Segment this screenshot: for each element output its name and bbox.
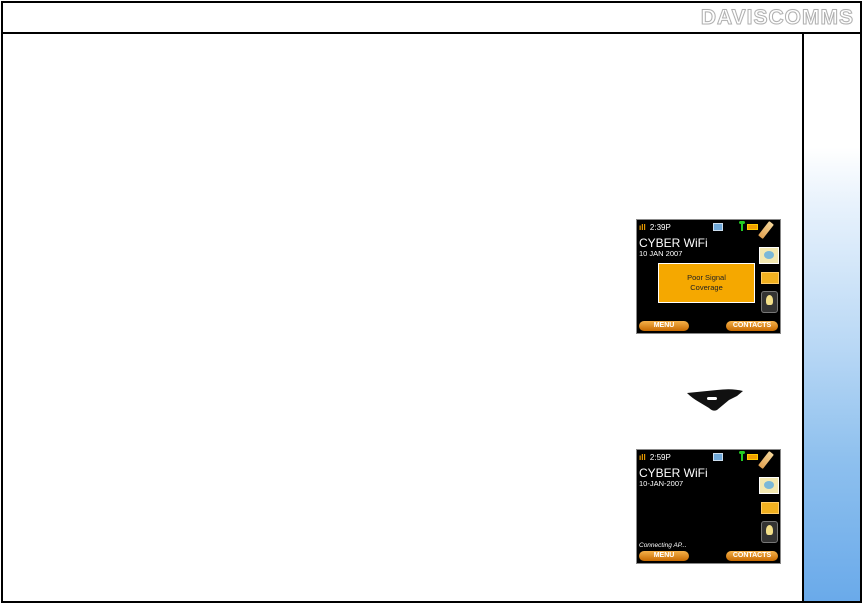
clock-time: 2:39P	[649, 223, 671, 232]
lightbulb-app-icon[interactable]	[761, 521, 778, 543]
pencil-icon[interactable]	[758, 451, 774, 469]
photo-app-icon[interactable]	[759, 477, 779, 494]
antenna-icon	[739, 221, 745, 231]
daviscomms-logo: DAVISCOMMS	[700, 6, 854, 30]
envelope-icon	[713, 223, 723, 231]
slide-frame: DAVISCOMMS ıll 2:39P CYBER WiFi 10 JAN 2…	[1, 1, 862, 603]
contacts-softkey[interactable]: CONTACTS	[726, 551, 778, 561]
antenna-icon	[739, 451, 745, 461]
date-label: 10-JAN-2007	[639, 479, 684, 488]
pencil-icon[interactable]	[758, 221, 774, 239]
signal-icon: ıll	[639, 223, 646, 232]
phone-screen-connecting: ıll 2:59P CYBER WiFi 10-JAN-2007 Connect…	[636, 449, 781, 564]
phone-screen-poor-signal: ıll 2:39P CYBER WiFi 10 JAN 2007 Poor Si…	[636, 219, 781, 334]
header-bar: DAVISCOMMS	[3, 3, 860, 34]
message-app-icon[interactable]	[761, 502, 779, 514]
status-bar: ıll 2:39P	[639, 223, 671, 232]
popup-line-2: Coverage	[690, 283, 723, 292]
popup-line-1: Poor Signal	[687, 273, 726, 282]
softkey-icon	[687, 389, 743, 411]
photo-app-icon[interactable]	[759, 247, 779, 264]
menu-softkey[interactable]: MENU	[639, 321, 689, 331]
poor-signal-popup: Poor Signal Coverage	[658, 263, 755, 303]
sidebar-gradient	[802, 34, 860, 601]
network-title: CYBER WiFi	[639, 236, 708, 250]
clock-time: 2:59P	[649, 453, 671, 462]
date-label: 10 JAN 2007	[639, 249, 683, 258]
signal-icon: ıll	[639, 453, 646, 462]
message-app-icon[interactable]	[761, 272, 779, 284]
network-title: CYBER WiFi	[639, 466, 708, 480]
connecting-status: Connecting AP...	[639, 542, 687, 549]
contacts-softkey[interactable]: CONTACTS	[726, 321, 778, 331]
envelope-icon	[713, 453, 723, 461]
battery-icon	[747, 224, 758, 230]
menu-softkey[interactable]: MENU	[639, 551, 689, 561]
lightbulb-app-icon[interactable]	[761, 291, 778, 313]
status-bar: ıll 2:59P	[639, 453, 671, 462]
battery-icon	[747, 454, 758, 460]
